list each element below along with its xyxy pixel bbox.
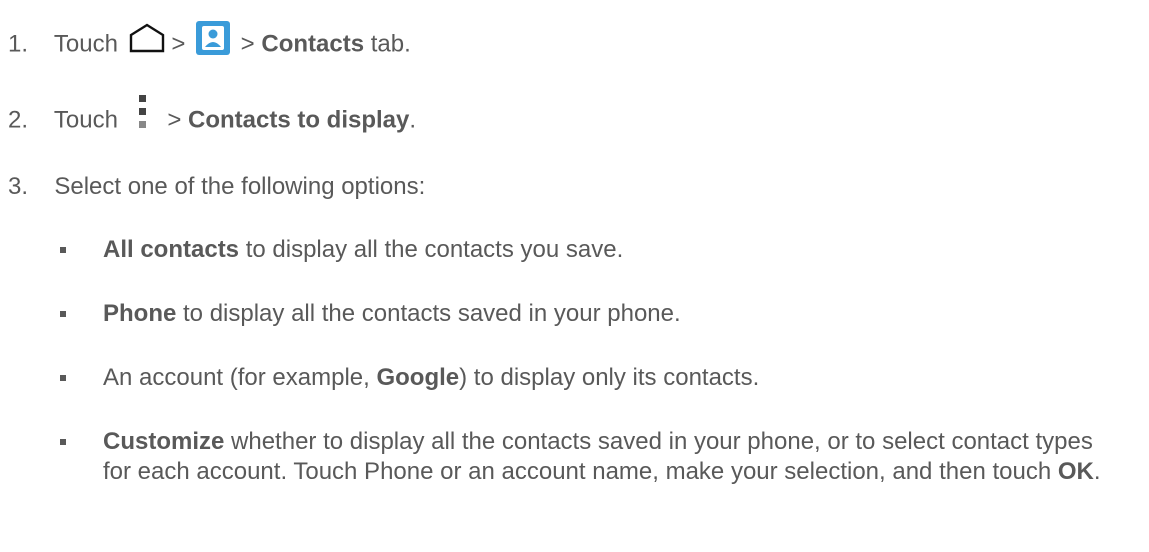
option-account: An account (for example, Google) to disp… — [103, 363, 759, 393]
option-pre: An account (for example, — [103, 364, 377, 391]
step-prefix: Touch — [53, 106, 118, 134]
menu-icon — [138, 94, 147, 138]
option-phone: Phone to display all the contacts saved … — [103, 299, 681, 329]
step-2: 2. Touch > Contacts to display. — [8, 95, 417, 138]
option-end: . — [1093, 458, 1101, 485]
step-number: 1. — [8, 30, 29, 58]
option-all-contacts: All contacts to display all the contacts… — [103, 235, 623, 265]
step-suffix: tab. — [370, 30, 411, 58]
separator: > — [167, 106, 182, 134]
option-label: Phone — [103, 300, 177, 327]
step-number: 3. — [8, 173, 29, 200]
option-label: Google — [376, 364, 460, 391]
step-3: 3. Select one of the following options: — [8, 172, 425, 202]
step-prefix: Touch — [53, 30, 118, 58]
home-icon — [129, 23, 165, 61]
bullet — [60, 311, 66, 317]
option-label: Customize — [103, 428, 225, 455]
bullet — [60, 375, 66, 381]
step-1: 1. Touch > > Contacts tab. — [8, 21, 411, 63]
separator: > — [240, 30, 255, 58]
ok-label: OK — [1057, 458, 1094, 485]
contacts-tab-label: Contacts — [261, 30, 365, 58]
option-text: to display all the contacts you save. — [239, 236, 624, 263]
bullet — [60, 247, 66, 253]
step-text: Select one of the following options: — [54, 173, 426, 200]
step-number: 2. — [8, 106, 29, 134]
contacts-to-display-label: Contacts to display — [188, 106, 410, 134]
step-suffix: . — [409, 106, 417, 134]
option-text: whether to display all the contacts save… — [103, 428, 1093, 485]
option-text: to display all the contacts saved in you… — [176, 300, 681, 327]
option-customize: Customize whether to display all the con… — [103, 427, 1118, 487]
contacts-app-icon — [196, 21, 230, 63]
bullet — [60, 439, 66, 445]
separator: > — [171, 30, 186, 58]
option-label: All contacts — [103, 236, 240, 263]
option-text: ) to display only its contacts. — [459, 364, 760, 391]
